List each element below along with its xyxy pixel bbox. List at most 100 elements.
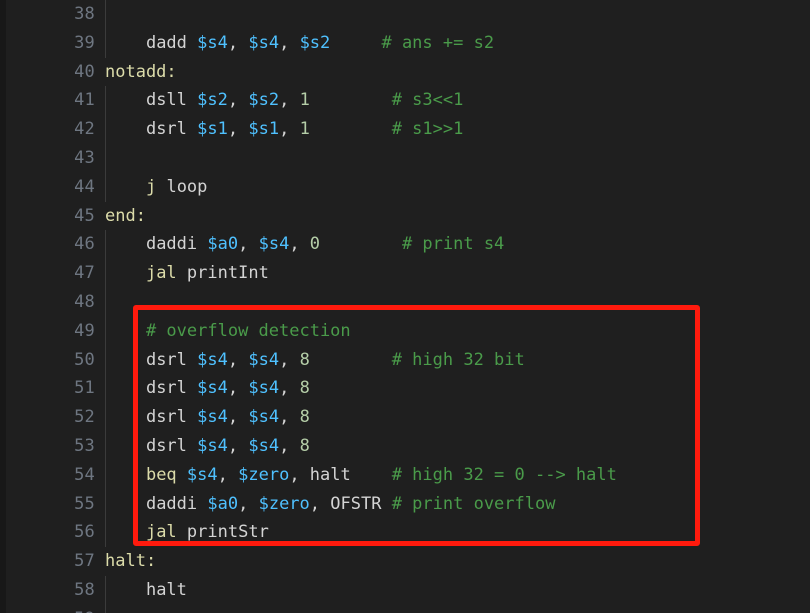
- line-number: 52: [74, 407, 95, 428]
- code-lines[interactable]: 38 39 dadd $s4, $s4, $s2 # ans += s2 40 not…: [0, 0, 810, 613]
- code-line[interactable]: 45 end:: [0, 202, 810, 231]
- code-text[interactable]: halt: [105, 576, 187, 605]
- code-line[interactable]: 59: [0, 604, 810, 613]
- code-text[interactable]: dadd $s4, $s4, $s2 # ans += s2: [105, 29, 494, 58]
- token-reg: $s4: [197, 349, 228, 370]
- code-text[interactable]: j loop: [105, 173, 207, 202]
- code-text[interactable]: # overflow detection: [105, 317, 351, 346]
- line-number: 47: [74, 263, 95, 284]
- code-text[interactable]: dsrl $s1, $s1, 1 # s1>>1: [105, 115, 463, 144]
- token-reg: $s4: [248, 378, 280, 399]
- code-line[interactable]: 53 dsrl $s4, $s4, 8: [0, 431, 810, 461]
- line-number: 41: [74, 90, 95, 111]
- code-line[interactable]: 39 dadd $s4, $s4, $s2 # ans += s2: [0, 28, 810, 58]
- code-text[interactable]: end:: [105, 202, 146, 231]
- code-line[interactable]: 58 halt: [0, 575, 810, 605]
- code-line[interactable]: 38: [0, 0, 810, 29]
- token-reg: $a0: [207, 493, 239, 514]
- code-text[interactable]: notadd:: [105, 58, 177, 87]
- code-line[interactable]: 41 dsll $s2, $s2, 1 # s3<<1: [0, 86, 810, 116]
- token-plain: ,: [279, 378, 300, 399]
- code-editor[interactable]: 38 39 dadd $s4, $s4, $s2 # ans += s2 40 not…: [0, 0, 810, 613]
- code-line[interactable]: 42 dsrl $s1, $s1, 1 # s1>>1: [0, 115, 810, 144]
- token-plain: ,: [279, 119, 300, 140]
- token-plain: ,: [227, 90, 249, 111]
- code-text[interactable]: beq $s4, $zero, halt # high 32 = 0 --> h…: [105, 461, 617, 490]
- code-text[interactable]: dsrl $s4, $s4, 8: [105, 403, 310, 432]
- indent-guide: [105, 0, 106, 29]
- code-text[interactable]: jal printStr: [105, 518, 269, 547]
- token-plain: ,: [279, 90, 300, 111]
- line-number: 53: [74, 435, 95, 456]
- code-line[interactable]: 57 halt:: [0, 547, 810, 576]
- token-ident: halt: [145, 579, 187, 600]
- code-line[interactable]: 40 notadd:: [0, 58, 810, 87]
- token-reg: $s4: [248, 349, 280, 370]
- code-line[interactable]: 46 daddi $a0, $s4, 0 # print s4: [0, 230, 810, 260]
- code-text[interactable]: daddi $a0, $zero, OFSTR # print overflow: [105, 490, 556, 519]
- token-plain: ,: [238, 234, 259, 255]
- token-com: # print overflow: [391, 493, 556, 514]
- code-line[interactable]: 54 beq $s4, $zero, halt # high 32 = 0 --…: [0, 460, 810, 490]
- line-number: 38: [74, 4, 95, 24]
- indent-guide: [105, 604, 106, 613]
- line-number: 59: [0, 605, 95, 613]
- code-line[interactable]: 55 daddi $a0, $zero, OFSTR # print overf…: [0, 489, 810, 519]
- code-line[interactable]: 47 jal printInt: [0, 259, 810, 288]
- code-line[interactable]: 43: [0, 143, 810, 173]
- code-line[interactable]: 49 # overflow detection: [0, 316, 810, 346]
- token-com: # print s4: [401, 234, 505, 255]
- line-number: 49: [74, 320, 95, 341]
- token-com: # overflow detection: [145, 320, 351, 341]
- token-reg: $a0: [207, 234, 239, 255]
- code-line[interactable]: 52 dsrl $s4, $s4, 8: [0, 403, 810, 432]
- token-ident: dsrl: [145, 407, 187, 428]
- token-ident: printStr: [186, 522, 269, 543]
- token-plain: ,: [227, 349, 249, 370]
- token-label: notadd:: [105, 61, 177, 82]
- token-label: halt:: [105, 551, 157, 572]
- code-text[interactable]: dsll $s2, $s2, 1 # s3<<1: [105, 86, 463, 115]
- code-line[interactable]: 50 dsrl $s4, $s4, 8 # high 32 bit: [0, 345, 810, 375]
- token-com: # s3<<1: [391, 90, 464, 111]
- token-reg: $s4: [197, 435, 228, 456]
- token-reg: $s4: [248, 407, 280, 428]
- token-ident: dsrl: [145, 349, 187, 370]
- line-number: 46: [74, 234, 95, 255]
- code-text[interactable]: jal printInt: [105, 259, 269, 288]
- token-reg: $s4: [197, 407, 228, 428]
- token-reg: $s2: [248, 90, 280, 111]
- token-kw: j: [145, 176, 157, 197]
- line-number: 45: [74, 205, 95, 226]
- code-line[interactable]: 48: [0, 287, 810, 317]
- token-plain: ,: [227, 435, 249, 456]
- code-text[interactable]: dsrl $s4, $s4, 8 # high 32 bit: [105, 346, 525, 375]
- code-line[interactable]: 56 jal printStr: [0, 518, 810, 548]
- code-text[interactable]: dsrl $s4, $s4, 8: [105, 432, 310, 461]
- token-plain: ,: [309, 493, 331, 514]
- line-number: 48: [74, 291, 95, 312]
- code-text[interactable]: daddi $a0, $s4, 0 # print s4: [105, 230, 504, 259]
- token-num: 1: [299, 90, 310, 111]
- token-ident: daddi: [145, 234, 198, 255]
- code-line[interactable]: 51 dsrl $s4, $s4, 8: [0, 374, 810, 404]
- code-text[interactable]: dsrl $s4, $s4, 8: [105, 374, 310, 403]
- token-num: 8: [299, 349, 310, 370]
- code-text[interactable]: halt:: [105, 547, 156, 576]
- code-line[interactable]: 44 j loop: [0, 172, 810, 202]
- token-plain: ,: [227, 119, 249, 140]
- token-plain: ,: [227, 32, 249, 53]
